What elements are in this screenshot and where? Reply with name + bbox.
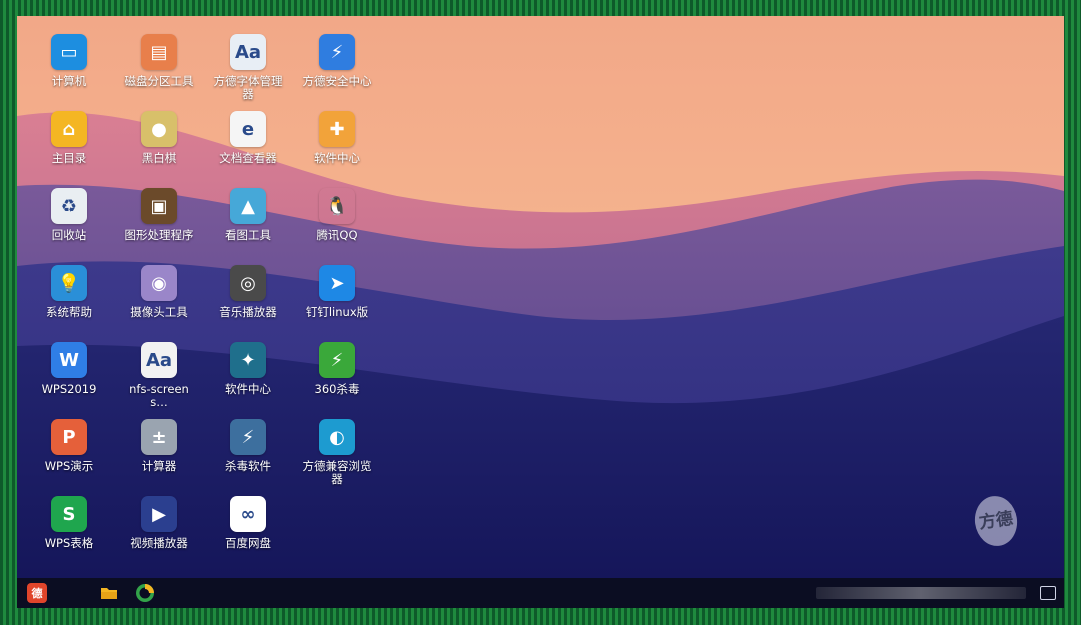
desktop-icon-label: 音乐播放器 bbox=[219, 305, 277, 319]
desktop-icon-label: 软件中心 bbox=[314, 151, 360, 165]
desktop-icon-item[interactable]: ✦ 软件中心 bbox=[206, 342, 290, 396]
dingtalk-icon: ➤ bbox=[319, 265, 355, 301]
desktop-icon-label: WPS演示 bbox=[44, 459, 94, 473]
desktop-icon-item[interactable]: ⚡ 方德安全中心 bbox=[295, 34, 379, 88]
desktop-icon-label: 文档查看器 bbox=[219, 151, 277, 165]
desktop-icon-label: 图形处理程序 bbox=[124, 228, 194, 242]
desktop-icon-grid: ▭ 计算机 ⌂ 主目录 ♻ 回收站 💡 系统帮助 W WPS2019 P WPS演示 S WPS表格 ▤ 磁盘… bbox=[17, 16, 1064, 578]
desktop-icon-label: 黑白棋 bbox=[141, 151, 177, 165]
desktop-icon-label: 软件中心 bbox=[225, 382, 271, 396]
desktop-icon-label: 方德安全中心 bbox=[302, 74, 372, 88]
wps-presentation-icon: P bbox=[51, 419, 87, 455]
security-center-icon: ⚡ bbox=[319, 34, 355, 70]
notification-icon[interactable] bbox=[1040, 586, 1056, 600]
desktop-icon-label: 360杀毒 bbox=[314, 382, 360, 396]
desktop-icon-label: 腾讯QQ bbox=[316, 228, 358, 242]
desktop-icon-item[interactable]: ◎ 音乐播放器 bbox=[206, 265, 290, 319]
browser-taskbar-icon[interactable] bbox=[135, 583, 155, 603]
video-player-icon: ▶ bbox=[141, 496, 177, 532]
desktop-icon-item[interactable]: W WPS2019 bbox=[27, 342, 111, 396]
desktop-icon-item[interactable]: S WPS表格 bbox=[27, 496, 111, 550]
desktop-icon-item[interactable]: ➤ 钉钉linux版 bbox=[295, 265, 379, 319]
antivirus-icon: ⚡ bbox=[230, 419, 266, 455]
recycle-bin-icon: ♻ bbox=[51, 188, 87, 224]
desktop-icon-item[interactable]: 🐧 腾讯QQ bbox=[295, 188, 379, 242]
desktop-icon-label: 回收站 bbox=[51, 228, 87, 242]
desktop-icon-item[interactable]: Aa 方德字体管理器 bbox=[206, 34, 290, 101]
desktop-icon-label: WPS表格 bbox=[44, 536, 94, 550]
wps-spreadsheet-icon: S bbox=[51, 496, 87, 532]
desktop-icon-item[interactable]: ⚡ 360杀毒 bbox=[295, 342, 379, 396]
desktop-icon-item[interactable]: ± 计算器 bbox=[117, 419, 201, 473]
desktop-icon-item[interactable]: ▭ 计算机 bbox=[27, 34, 111, 88]
desktop-icon-item[interactable]: ∞ 百度网盘 bbox=[206, 496, 290, 550]
taskbar: 德 bbox=[17, 578, 1064, 608]
desktop-icon-label: 摄像头工具 bbox=[130, 305, 188, 319]
desktop-icon-label: 视频播放器 bbox=[130, 536, 188, 550]
baidu-netdisk-icon: ∞ bbox=[230, 496, 266, 532]
desktop-icon-label: nfs-screens… bbox=[129, 382, 189, 409]
desktop-icon-item[interactable]: ▤ 磁盘分区工具 bbox=[117, 34, 201, 88]
desktop-icon-item[interactable]: ◐ 方德兼容浏览器 bbox=[295, 419, 379, 486]
desktop-icon-item[interactable]: ● 黑白棋 bbox=[117, 111, 201, 165]
start-menu-button[interactable]: 德 bbox=[27, 583, 47, 603]
desktop-icon-label: WPS2019 bbox=[41, 382, 97, 396]
desktop-icon-label: 系统帮助 bbox=[46, 305, 92, 319]
desktop-icon-item[interactable]: 💡 系统帮助 bbox=[27, 265, 111, 319]
desktop-icon-label: 方德兼容浏览器 bbox=[302, 459, 372, 486]
document-viewer-icon: e bbox=[230, 111, 266, 147]
desktop-icon-label: 计算机 bbox=[51, 74, 87, 88]
desktop-icon-item[interactable]: ▲ 看图工具 bbox=[206, 188, 290, 242]
font-manager-icon: Aa bbox=[230, 34, 266, 70]
start-menu-glyph: 德 bbox=[31, 587, 43, 600]
desktop-icon-label: 百度网盘 bbox=[225, 536, 271, 550]
music-player-icon: ◎ bbox=[230, 265, 266, 301]
360-antivirus-icon: ⚡ bbox=[319, 342, 355, 378]
camera-tool-icon: ◉ bbox=[141, 265, 177, 301]
desktop-icon-item[interactable]: P WPS演示 bbox=[27, 419, 111, 473]
desktop-icon-item[interactable]: ▶ 视频播放器 bbox=[117, 496, 201, 550]
desktop-icon-label: 杀毒软件 bbox=[225, 459, 271, 473]
file-manager-taskbar-icon[interactable] bbox=[99, 583, 119, 603]
watermark-text: 方德 bbox=[977, 508, 1015, 534]
desktop-icon-item[interactable]: ▣ 图形处理程序 bbox=[117, 188, 201, 242]
desktop-icon-label: 主目录 bbox=[51, 151, 87, 165]
qq-icon: 🐧 bbox=[319, 188, 355, 224]
system-tray[interactable] bbox=[816, 587, 1026, 599]
desktop-icon-item[interactable]: ◉ 摄像头工具 bbox=[117, 265, 201, 319]
desktop-icon-item[interactable]: ✚ 软件中心 bbox=[295, 111, 379, 165]
home-folder-icon: ⌂ bbox=[51, 111, 87, 147]
image-editor-icon: ▣ bbox=[141, 188, 177, 224]
desktop-screen: ▭ 计算机 ⌂ 主目录 ♻ 回收站 💡 系统帮助 W WPS2019 P WPS演示 S WPS表格 ▤ 磁盘… bbox=[17, 16, 1064, 608]
desktop-icon-item[interactable]: Aa nfs-screens… bbox=[117, 342, 201, 409]
desktop-icon-item[interactable]: ♻ 回收站 bbox=[27, 188, 111, 242]
image-viewer-icon: ▲ bbox=[230, 188, 266, 224]
desktop-icon-label: 看图工具 bbox=[225, 228, 271, 242]
calculator-icon: ± bbox=[141, 419, 177, 455]
desktop-icon-item[interactable]: ⌂ 主目录 bbox=[27, 111, 111, 165]
help-bulb-icon: 💡 bbox=[51, 265, 87, 301]
computer-icon: ▭ bbox=[51, 34, 87, 70]
desktop-icon-item[interactable]: e 文档查看器 bbox=[206, 111, 290, 165]
screenshot-tool-icon: Aa bbox=[141, 342, 177, 378]
desktop-icon-label: 钉钉linux版 bbox=[305, 305, 369, 319]
desktop-icon-item[interactable]: ⚡ 杀毒软件 bbox=[206, 419, 290, 473]
go-game-icon: ● bbox=[141, 111, 177, 147]
desktop-icon-label: 计算器 bbox=[141, 459, 177, 473]
desktop-icon-label: 磁盘分区工具 bbox=[124, 74, 194, 88]
wps-writer-icon: W bbox=[51, 342, 87, 378]
disk-partition-icon: ▤ bbox=[141, 34, 177, 70]
software-store-icon: ✚ bbox=[319, 111, 355, 147]
desktop-icon-label: 方德字体管理器 bbox=[213, 74, 283, 101]
browser-icon: ◐ bbox=[319, 419, 355, 455]
software-center-icon: ✦ bbox=[230, 342, 266, 378]
